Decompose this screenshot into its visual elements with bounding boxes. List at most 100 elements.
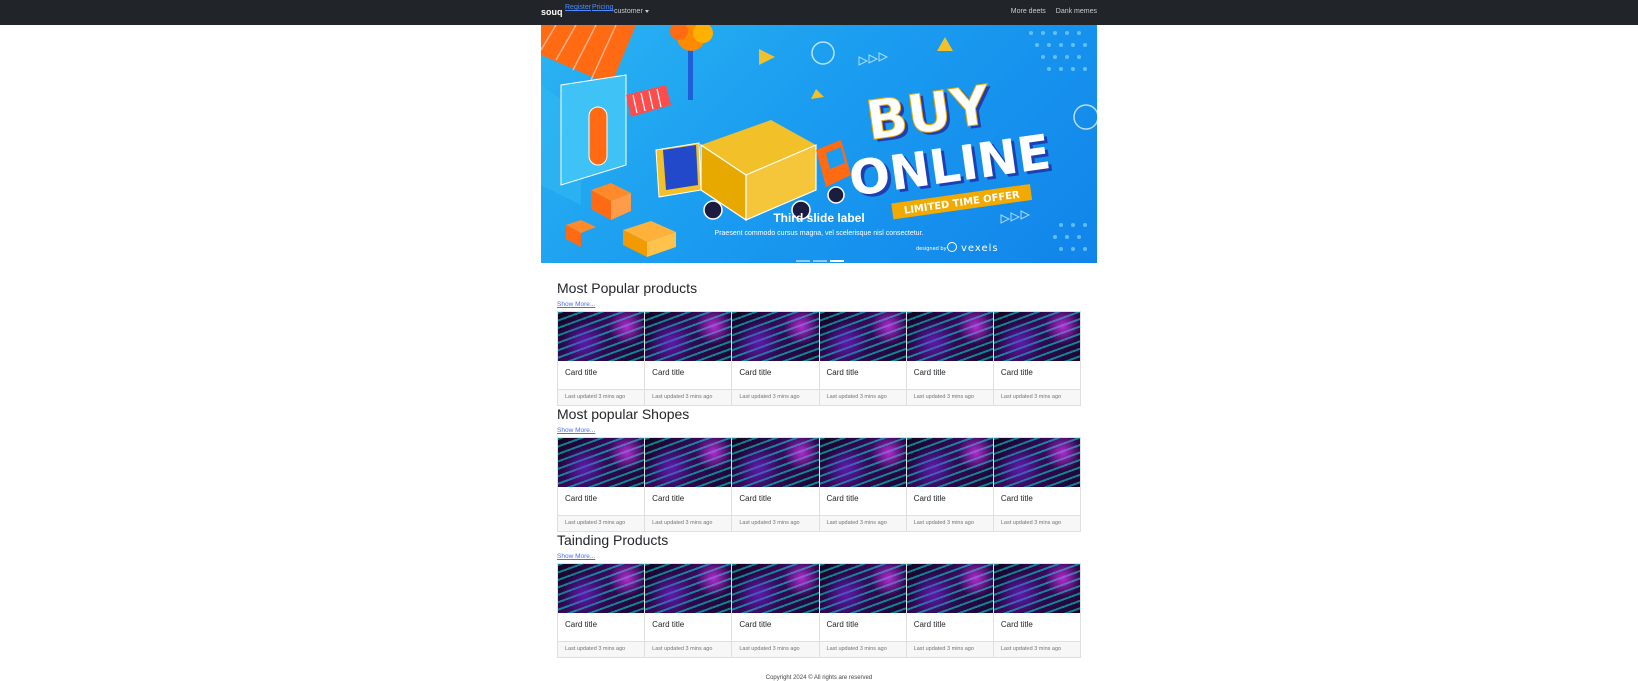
- card-title: Card title: [565, 494, 598, 503]
- card-image: [732, 438, 819, 487]
- carousel-indicator-2[interactable]: [813, 260, 827, 262]
- nav-link-pricing[interactable]: Pricing: [592, 4, 613, 11]
- product-card[interactable]: Card title Last updated 3 mins ago: [905, 563, 994, 658]
- product-card[interactable]: Card title Last updated 3 mins ago: [644, 311, 733, 406]
- card-updated-text: Last updated 3 mins ago: [739, 394, 800, 400]
- card-title: Card title: [913, 620, 946, 629]
- card-updated-text: Last updated 3 mins ago: [1000, 646, 1062, 652]
- card-updated-text: Last updated 3 mins ago: [1000, 394, 1062, 400]
- card-updated-text: Last updated 3 mins ago: [652, 646, 713, 652]
- card-image: [993, 312, 1081, 361]
- nav-right: More deets Dank memes: [1003, 8, 1097, 15]
- product-card[interactable]: Card title Last updated 3 mins ago: [557, 311, 646, 406]
- hero-carousel[interactable]: BUY BUY ONLINE ONLINE LIMITED TIME OFFER…: [541, 25, 1097, 263]
- product-card[interactable]: Card title Last updated 3 mins ago: [818, 563, 907, 658]
- card-image: [732, 312, 819, 361]
- navbar-container: souq Register Pricing customer More deet…: [541, 0, 1097, 25]
- show-more-link[interactable]: Show More...: [557, 301, 595, 308]
- card-updated-text: Last updated 3 mins ago: [739, 520, 800, 526]
- card-footer: Last updated 3 mins ago: [732, 641, 819, 657]
- card-image: [906, 564, 993, 613]
- card-footer: Last updated 3 mins ago: [819, 389, 906, 405]
- card-footer: Last updated 3 mins ago: [558, 641, 645, 657]
- card-image: [645, 564, 732, 613]
- carousel-indicator-1[interactable]: [796, 260, 810, 262]
- show-more-link[interactable]: Show More...: [557, 427, 595, 434]
- card-image: [645, 438, 732, 487]
- carousel-indicator-3[interactable]: [830, 260, 844, 262]
- card-footer: Last updated 3 mins ago: [906, 641, 993, 657]
- card-updated-text: Last updated 3 mins ago: [652, 394, 713, 400]
- shop-card[interactable]: Card title Last updated 3 mins ago: [905, 437, 994, 532]
- carousel-slide-image: BUY BUY ONLINE ONLINE LIMITED TIME OFFER…: [541, 25, 1097, 257]
- card-updated-text: Last updated 3 mins ago: [826, 646, 887, 652]
- card-updated-text: Last updated 3 mins ago: [826, 394, 887, 400]
- carousel-caption-text: Praesent commodo cursus magna, vel scele…: [714, 230, 924, 237]
- product-card[interactable]: Card title Last updated 3 mins ago: [818, 311, 907, 406]
- card-updated-text: Last updated 3 mins ago: [565, 646, 626, 652]
- product-card[interactable]: Card title Last updated 3 mins ago: [992, 563, 1082, 658]
- card-footer: Last updated 3 mins ago: [645, 389, 732, 405]
- customer-dropdown-label: customer: [614, 8, 643, 15]
- card-title: Card title: [826, 368, 859, 377]
- show-more-link[interactable]: Show More...: [557, 553, 595, 560]
- card-updated-text: Last updated 3 mins ago: [1000, 520, 1062, 526]
- card-title: Card title: [913, 368, 946, 377]
- section-title-trending-products: Tainding Products: [557, 532, 669, 548]
- brand-logo[interactable]: souq: [541, 7, 563, 17]
- card-footer: Last updated 3 mins ago: [558, 515, 645, 531]
- card-footer: Last updated 3 mins ago: [906, 515, 993, 531]
- card-updated-text: Last updated 3 mins ago: [565, 394, 626, 400]
- banner-credit-prefix: designed by: [916, 246, 947, 252]
- nav-link-dank-memes[interactable]: Dank memes: [1056, 8, 1097, 15]
- card-updated-text: Last updated 3 mins ago: [913, 520, 974, 526]
- card-title: Card title: [1000, 620, 1033, 629]
- card-image: [819, 312, 906, 361]
- product-card[interactable]: Card title Last updated 3 mins ago: [557, 563, 646, 658]
- card-row-trending-products: Card title Last updated 3 mins ago Card t…: [557, 563, 1082, 658]
- card-image: [819, 438, 906, 487]
- card-title: Card title: [739, 494, 772, 503]
- card-title: Card title: [826, 620, 859, 629]
- card-title: Card title: [913, 494, 946, 503]
- chevron-down-icon: [644, 9, 649, 13]
- nav-link-more-deets[interactable]: More deets: [1011, 8, 1046, 15]
- carousel-indicators: [796, 249, 847, 263]
- card-row-popular-shops: Card title Last updated 3 mins ago Card t…: [557, 437, 1082, 532]
- card-title: Card title: [826, 494, 859, 503]
- section-title-popular-products: Most Popular products: [557, 280, 698, 296]
- shop-card[interactable]: Card title Last updated 3 mins ago: [557, 437, 646, 532]
- product-card[interactable]: Card title Last updated 3 mins ago: [731, 311, 820, 406]
- product-card[interactable]: Card title Last updated 3 mins ago: [644, 563, 733, 658]
- shop-card[interactable]: Card title Last updated 3 mins ago: [992, 437, 1082, 532]
- card-title: Card title: [739, 368, 772, 377]
- page-footer: Copyright 2024 © All rights are reserved: [765, 675, 873, 681]
- card-title: Card title: [739, 620, 772, 629]
- card-updated-text: Last updated 3 mins ago: [913, 394, 974, 400]
- shop-card[interactable]: Card title Last updated 3 mins ago: [644, 437, 733, 532]
- nav-link-register[interactable]: Register: [565, 4, 591, 11]
- shop-card[interactable]: Card title Last updated 3 mins ago: [818, 437, 907, 532]
- product-card[interactable]: Card title Last updated 3 mins ago: [731, 563, 820, 658]
- card-title: Card title: [565, 368, 598, 377]
- customer-dropdown[interactable]: customer: [614, 8, 649, 15]
- card-footer: Last updated 3 mins ago: [906, 389, 993, 405]
- card-title: Card title: [652, 620, 685, 629]
- card-image: [645, 312, 732, 361]
- shop-card[interactable]: Card title Last updated 3 mins ago: [731, 437, 820, 532]
- card-footer: Last updated 3 mins ago: [732, 389, 819, 405]
- card-image: [906, 438, 993, 487]
- card-footer: Last updated 3 mins ago: [819, 641, 906, 657]
- product-card[interactable]: Card title Last updated 3 mins ago: [905, 311, 994, 406]
- card-footer: Last updated 3 mins ago: [645, 641, 732, 657]
- banner-credit-brand: vexels: [961, 243, 999, 254]
- card-updated-text: Last updated 3 mins ago: [739, 646, 800, 652]
- card-updated-text: Last updated 3 mins ago: [826, 520, 887, 526]
- card-footer: Last updated 3 mins ago: [558, 389, 645, 405]
- card-image: [993, 438, 1081, 487]
- card-title: Card title: [1000, 368, 1033, 377]
- product-card[interactable]: Card title Last updated 3 mins ago: [992, 311, 1082, 406]
- carousel-caption-title: Third slide label: [773, 211, 865, 225]
- card-image: [819, 564, 906, 613]
- card-footer: Last updated 3 mins ago: [819, 515, 906, 531]
